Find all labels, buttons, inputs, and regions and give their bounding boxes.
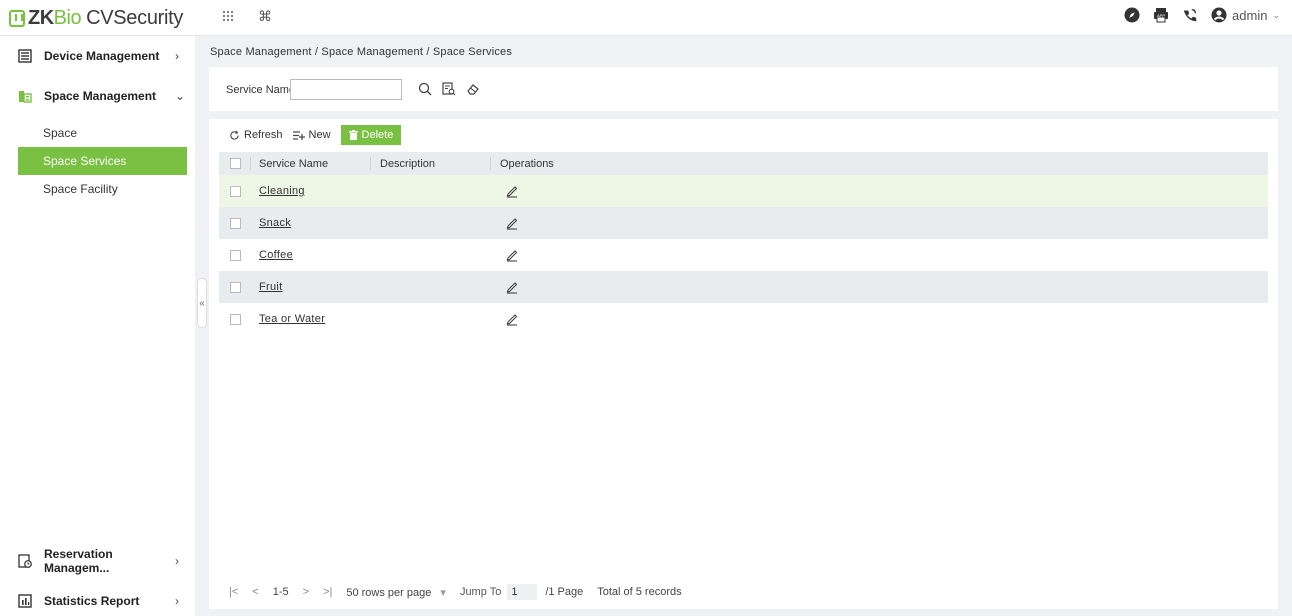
service-name-link[interactable]: Tea or Water — [259, 313, 325, 325]
sidebar-group-reservation-management[interactable]: Reservation Managem... › — [0, 541, 195, 581]
chart-icon — [18, 594, 32, 608]
column-divider — [490, 157, 491, 170]
table-row[interactable]: Fruit — [219, 271, 1268, 303]
table-header-row: Service Name Description Operations — [219, 152, 1268, 175]
sidebar-item-space[interactable]: Space — [18, 119, 187, 147]
sidebar-item-space-facility[interactable]: Space Facility — [18, 175, 187, 203]
chevron-right-icon: › — [175, 554, 179, 568]
toolbar: Refresh New Delete — [229, 125, 402, 145]
command-icon[interactable]: ⌘ — [258, 8, 272, 25]
customer-service-icon[interactable] — [1182, 7, 1198, 23]
first-page-icon[interactable]: |< — [229, 586, 238, 598]
user-menu[interactable]: admin ⌄ — [1211, 7, 1280, 23]
sidebar-group-label: Device Management — [44, 49, 160, 63]
trash-icon — [348, 130, 358, 140]
select-all-checkbox[interactable] — [230, 158, 241, 169]
page-total: /1 Page — [545, 586, 584, 598]
edit-icon[interactable] — [505, 280, 519, 294]
breadcrumb: Space Management / Space Management / Sp… — [210, 46, 513, 58]
app-grid-icon[interactable] — [222, 9, 234, 25]
logo-product-text: CVSecurity — [86, 6, 184, 29]
advanced-search-icon[interactable] — [440, 80, 458, 98]
search-icon[interactable] — [416, 80, 434, 98]
table-row[interactable]: Coffee — [219, 239, 1268, 271]
clear-eraser-icon[interactable] — [464, 80, 482, 98]
user-avatar-icon — [1211, 7, 1227, 23]
previous-page-icon[interactable]: < — [252, 586, 258, 598]
service-name-input[interactable] — [290, 79, 402, 100]
sidebar-collapse-toggle[interactable]: « — [197, 278, 207, 328]
rows-per-page-select[interactable]: 50 rows per page ▾ — [346, 586, 446, 599]
edit-icon[interactable] — [505, 312, 519, 326]
sidebar: Device Management › Space Management ⌄ S… — [0, 36, 195, 616]
rows-per-page-value: 50 rows per page — [346, 586, 432, 599]
sidebar-group-label: Space Management — [44, 89, 157, 103]
new-button[interactable]: New — [292, 129, 331, 141]
service-name-link[interactable]: Snack — [259, 217, 291, 229]
page-range: 1-5 — [272, 586, 289, 598]
app-logo[interactable]: ZK Bio CVSecurity — [9, 6, 183, 30]
record-count: Total of 5 records — [597, 586, 682, 598]
logo-bio-text: Bio — [53, 6, 82, 29]
column-divider — [370, 157, 371, 170]
edit-icon[interactable] — [505, 248, 519, 262]
refresh-label: Refresh — [244, 129, 283, 141]
delete-button[interactable]: Delete — [340, 125, 402, 145]
services-table: Service Name Description Operations Clea… — [219, 152, 1268, 335]
column-header-operations: Operations — [500, 157, 554, 170]
pagination: |< < 1-5 > >| 50 rows per page ▾ Jump To… — [229, 583, 696, 601]
top-bar: ZK Bio CVSecurity ⌘ APP admin ⌄ — [0, 0, 1292, 36]
refresh-icon — [230, 130, 239, 140]
row-checkbox[interactable] — [230, 313, 241, 325]
table-row[interactable]: Snack — [219, 207, 1268, 239]
jump-to-page-input[interactable] — [507, 584, 538, 600]
table-row[interactable]: Cleaning — [219, 175, 1268, 207]
last-page-icon[interactable]: >| — [323, 586, 332, 598]
app-download-icon[interactable]: APP — [1153, 7, 1169, 23]
chevron-right-icon: › — [175, 49, 179, 63]
search-panel: Service Name — [209, 67, 1278, 111]
row-checkbox[interactable] — [230, 185, 241, 197]
service-name-label: Service Name — [226, 84, 296, 96]
jump-to-label: Jump To — [459, 586, 502, 598]
service-name-link[interactable]: Coffee — [259, 249, 293, 261]
reservation-icon — [18, 554, 32, 568]
chevron-down-icon: ⌄ — [1272, 9, 1280, 20]
sidebar-group-label: Statistics Report — [44, 594, 140, 608]
user-name: admin — [1232, 7, 1268, 23]
column-header-description[interactable]: Description — [380, 158, 435, 170]
sidebar-group-label: Reservation Managem... — [44, 547, 113, 575]
column-divider — [250, 157, 251, 170]
delete-label: Delete — [361, 129, 394, 141]
edit-icon[interactable] — [505, 184, 519, 198]
logo-zk-text: ZK — [28, 6, 54, 29]
column-header-service-name[interactable]: Service Name — [259, 158, 328, 170]
row-checkbox[interactable] — [230, 217, 241, 229]
row-checkbox[interactable] — [230, 249, 241, 261]
sidebar-group-device-management[interactable]: Device Management › — [0, 36, 195, 76]
refresh-button[interactable]: Refresh — [229, 129, 283, 141]
sidebar-group-statistics-report[interactable]: Statistics Report › — [0, 581, 195, 616]
building-icon — [18, 89, 32, 103]
compass-icon[interactable] — [1124, 7, 1140, 23]
zk-logo-icon — [9, 9, 25, 27]
next-page-icon[interactable]: > — [303, 586, 309, 598]
row-checkbox[interactable] — [230, 281, 241, 293]
service-name-link[interactable]: Fruit — [259, 281, 283, 293]
sidebar-group-space-management[interactable]: Space Management ⌄ — [0, 76, 195, 116]
sidebar-item-space-services[interactable]: Space Services — [18, 147, 187, 175]
chevron-down-icon: ▾ — [440, 586, 446, 599]
service-name-link[interactable]: Cleaning — [259, 185, 305, 197]
device-icon — [18, 49, 32, 63]
chevron-right-icon: › — [175, 594, 179, 608]
new-label: New — [308, 129, 331, 141]
svg-text:APP: APP — [1157, 13, 1165, 18]
add-list-icon — [292, 130, 305, 140]
edit-icon[interactable] — [505, 216, 519, 230]
table-row[interactable]: Tea or Water — [219, 303, 1268, 335]
list-panel: Refresh New Delete Service Name Descript… — [209, 119, 1278, 609]
chevron-down-icon: ⌄ — [175, 89, 186, 103]
